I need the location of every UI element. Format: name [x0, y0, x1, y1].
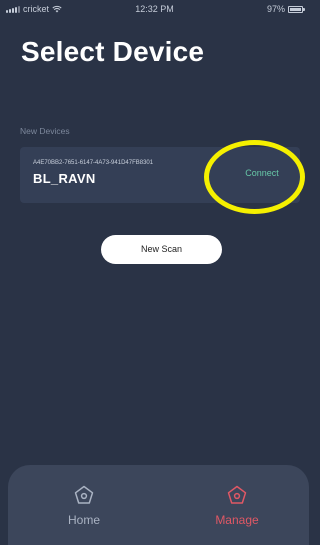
manage-icon — [227, 485, 247, 504]
tab-home-label: Home — [67, 513, 100, 527]
home-icon — [74, 485, 94, 504]
bottom-nav: Home Manage — [8, 465, 309, 545]
tab-manage[interactable]: Manage — [197, 484, 277, 532]
new-devices-label: New Devices — [20, 126, 70, 136]
device-name: BL_RAVN — [33, 171, 96, 186]
tab-manage-label: Manage — [215, 513, 259, 527]
status-time: 12:32 PM — [135, 4, 174, 14]
device-card: A4E70BB2-7651-6147-4A73-941D47FB8301 BL_… — [20, 147, 300, 203]
device-uuid: A4E70BB2-7651-6147-4A73-941D47FB8301 — [33, 160, 154, 166]
page-title: Select Device — [21, 36, 205, 67]
status-bar: cricket 12:32 PM 97% — [0, 0, 309, 20]
status-right: 97% — [266, 4, 305, 14]
connect-button[interactable]: Connect — [234, 165, 290, 181]
battery-percent: 97% — [266, 4, 285, 14]
new-scan-button[interactable]: New Scan — [101, 235, 222, 264]
tab-home[interactable]: Home — [44, 484, 124, 532]
battery-icon — [288, 5, 305, 13]
